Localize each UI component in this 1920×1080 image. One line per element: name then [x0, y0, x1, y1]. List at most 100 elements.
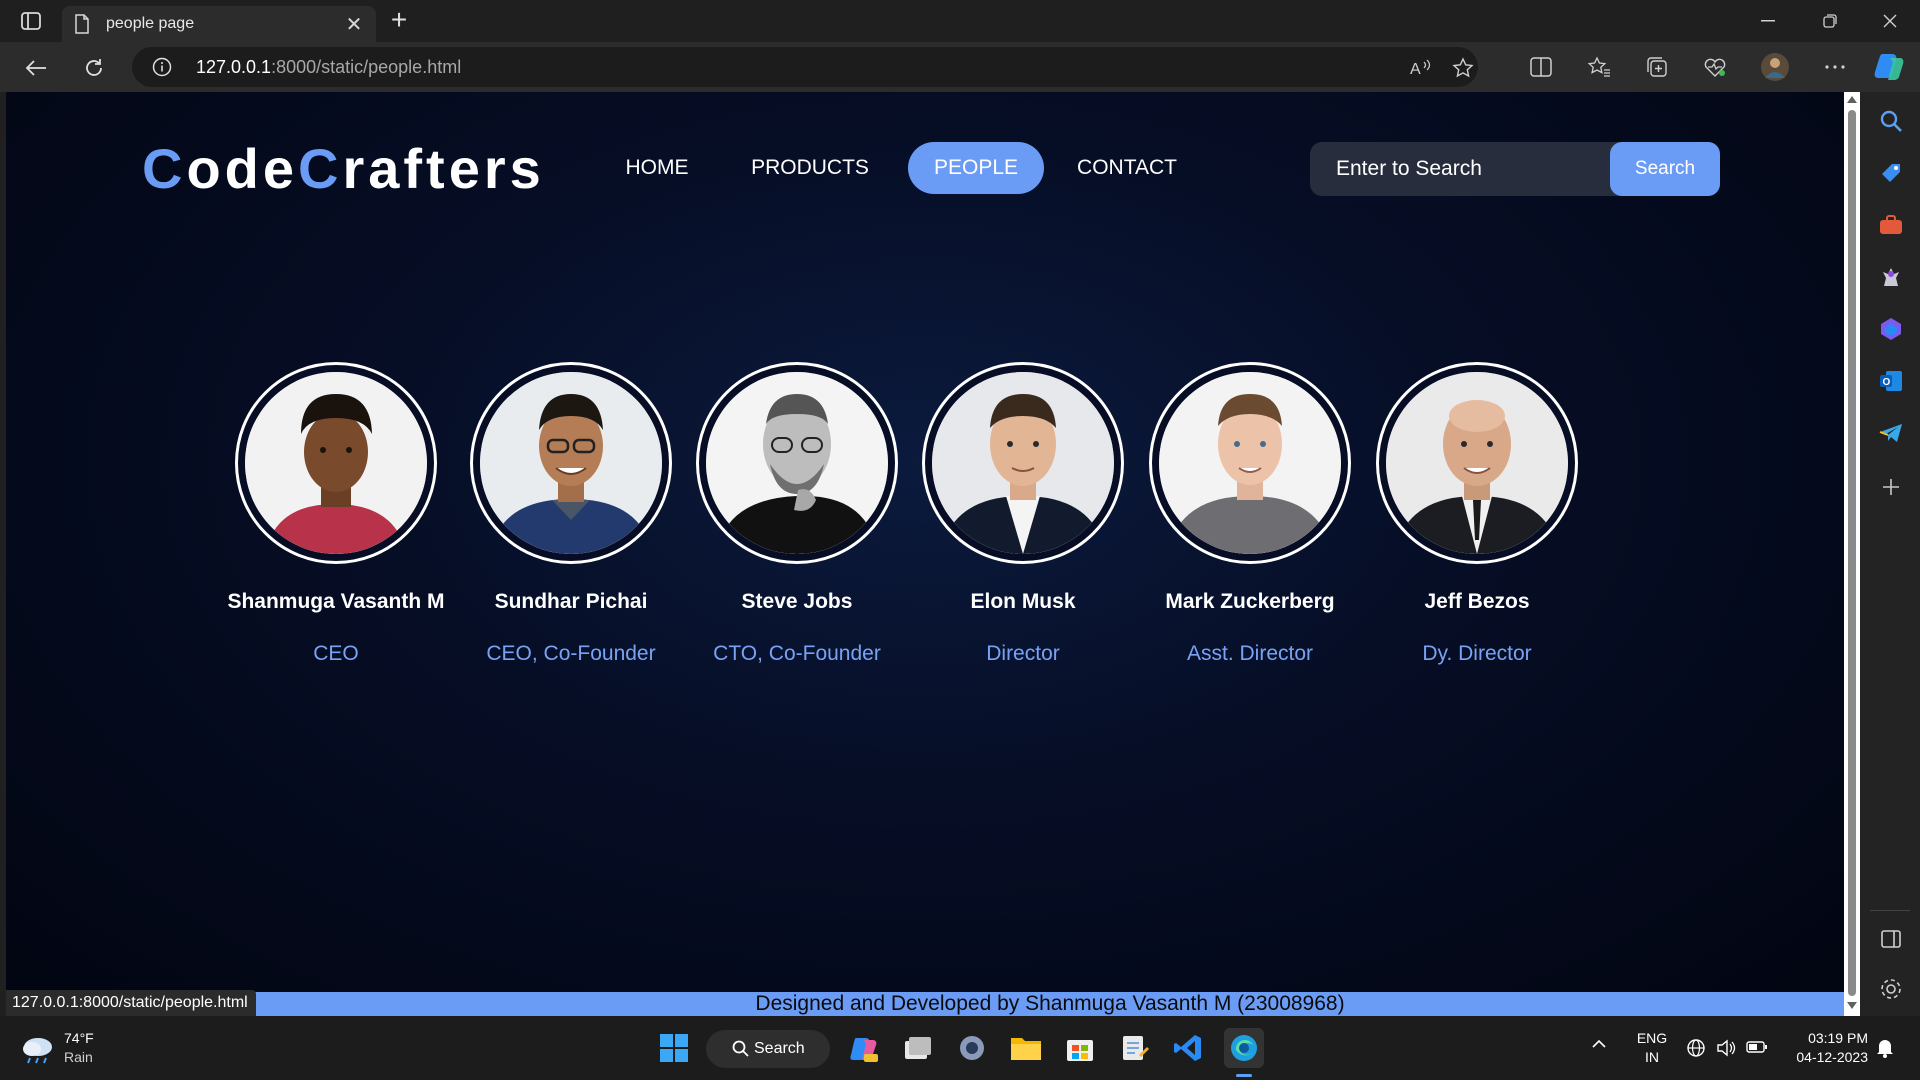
sidebar-games-icon[interactable]	[1878, 264, 1904, 290]
person-card: Elon Musk Director	[893, 362, 1153, 666]
tab-title: people page	[106, 15, 195, 32]
network-globe-icon[interactable]	[1686, 1038, 1706, 1061]
nav-home[interactable]: HOME	[596, 142, 718, 194]
close-window-button[interactable]	[1860, 0, 1920, 42]
taskbar-search[interactable]: Search	[706, 1030, 830, 1068]
sidebar-search-icon[interactable]	[1878, 108, 1904, 134]
hide-sidebar-icon[interactable]	[1878, 926, 1904, 952]
task-view-icon[interactable]	[898, 1028, 938, 1068]
site-logo[interactable]: CodeCrafters	[142, 136, 545, 201]
person-photo	[696, 362, 898, 564]
copilot-taskbar-icon[interactable]	[844, 1028, 884, 1068]
page-scrollbar[interactable]	[1844, 92, 1860, 1016]
svg-text:A: A	[1410, 61, 1421, 78]
address-bar[interactable]: 127.0.0.1:8000/static/people.html A	[132, 47, 1478, 87]
url-text: 127.0.0.1:8000/static/people.html	[196, 57, 462, 77]
language-code: ENG	[1636, 1030, 1668, 1046]
microsoft-store-icon[interactable]	[1060, 1028, 1100, 1068]
person-card: Mark Zuckerberg Asst. Director	[1120, 362, 1380, 666]
people-grid: Shanmuga Vasanth M CEO Sundhar Pichai CE…	[6, 362, 1844, 665]
search-input[interactable]	[1310, 142, 1610, 196]
page-viewport: CodeCrafters HOME PRODUCTS PEOPLE CONTAC…	[6, 92, 1844, 1016]
new-tab-button[interactable]: +	[384, 6, 414, 36]
profile-avatar-icon[interactable]	[1758, 50, 1792, 84]
search-button[interactable]: Search	[1610, 142, 1720, 196]
clock-time: 03:19 PM	[1808, 1030, 1868, 1046]
search-icon	[732, 1040, 750, 1063]
sidebar-tools-icon[interactable]	[1878, 212, 1904, 238]
person-card: Steve Jobs CTO, Co-Founder	[667, 362, 927, 666]
windows-start-icon[interactable]	[654, 1028, 694, 1068]
nav-products[interactable]: PRODUCTS	[732, 142, 888, 194]
edge-sidebar: O	[1860, 92, 1920, 1016]
file-explorer-icon[interactable]	[1006, 1028, 1046, 1068]
more-options-icon[interactable]	[1818, 50, 1852, 84]
keyboard-region: IN	[1645, 1049, 1659, 1065]
person-photo	[470, 362, 672, 564]
site-info-icon[interactable]	[152, 57, 172, 77]
scroll-down-arrow-icon[interactable]	[1847, 1002, 1857, 1009]
split-screen-icon[interactable]	[1524, 50, 1558, 84]
person-card: Jeff Bezos Dy. Director	[1347, 362, 1607, 666]
sidebar-office-icon[interactable]	[1878, 316, 1904, 342]
person-photo	[1376, 362, 1578, 564]
clock-date: 04-12-2023	[1796, 1049, 1868, 1065]
notepad-app-icon[interactable]	[1114, 1028, 1154, 1068]
battery-icon[interactable]	[1746, 1040, 1768, 1057]
settings-app-icon[interactable]	[952, 1028, 992, 1068]
sidebar-add-icon[interactable]	[1878, 474, 1904, 500]
taskbar-search-label: Search	[754, 1040, 805, 1057]
copilot-icon[interactable]	[1872, 48, 1908, 84]
close-tab-icon[interactable]: ✕	[344, 12, 364, 37]
person-name: Steve Jobs	[741, 590, 853, 613]
weather-temperature: 74°F	[64, 1030, 94, 1046]
notification-bell-icon[interactable]	[1876, 1036, 1894, 1061]
minimize-window-button[interactable]	[1738, 0, 1798, 42]
sidebar-shopping-icon[interactable]	[1878, 160, 1904, 186]
person-card: Sundhar Pichai CEO, Co-Founder	[441, 362, 701, 666]
restore-window-button[interactable]	[1800, 0, 1860, 42]
reload-button[interactable]	[78, 52, 110, 84]
person-name: Shanmuga Vasanth M	[227, 590, 445, 613]
rain-cloud-icon	[20, 1034, 56, 1071]
person-photo	[922, 362, 1124, 564]
person-role: CEO	[313, 642, 359, 665]
edge-browser-icon[interactable]	[1224, 1028, 1264, 1068]
person-name: Mark Zuckerberg	[1165, 590, 1335, 613]
browser-tab-active[interactable]: people page ✕	[62, 6, 376, 42]
active-app-indicator	[1236, 1074, 1252, 1077]
person-role: Asst. Director	[1186, 642, 1314, 665]
search-box: Search	[1310, 142, 1720, 196]
scrollbar-thumb[interactable]	[1848, 110, 1856, 996]
person-photo	[1149, 362, 1351, 564]
read-aloud-icon[interactable]: A	[1410, 57, 1432, 79]
scroll-up-arrow-icon[interactable]	[1847, 96, 1857, 103]
weather-condition: Rain	[64, 1049, 93, 1065]
status-bar-url: 127.0.0.1:8000/static/people.html	[6, 990, 256, 1016]
tab-actions-icon[interactable]	[14, 9, 48, 33]
language-indicator[interactable]: ENG IN	[1634, 1030, 1670, 1065]
browser-essentials-icon[interactable]	[1698, 50, 1732, 84]
sidebar-divider	[1870, 910, 1910, 911]
site-footer: Designed and Developed by Shanmuga Vasan…	[250, 992, 1844, 1016]
nav-contact[interactable]: CONTACT	[1062, 142, 1192, 194]
sidebar-telegram-icon[interactable]	[1878, 420, 1904, 446]
windows-taskbar: 74°F Rain Search ENG IN 03:19 PM 04-12-2…	[0, 1016, 1920, 1080]
collections-icon[interactable]	[1640, 50, 1674, 84]
person-role: Director	[986, 642, 1060, 665]
volume-speaker-icon[interactable]	[1716, 1038, 1736, 1061]
vscode-app-icon[interactable]	[1168, 1028, 1208, 1068]
browser-toolbar: 127.0.0.1:8000/static/people.html A	[0, 42, 1920, 92]
back-button[interactable]	[20, 52, 52, 84]
favorites-icon[interactable]	[1582, 50, 1616, 84]
sidebar-settings-gear-icon[interactable]	[1878, 976, 1904, 1002]
system-clock[interactable]: 03:19 PM 04-12-2023	[1784, 1030, 1868, 1065]
show-hidden-icons-chevron-icon[interactable]	[1592, 1036, 1606, 1052]
sidebar-outlook-icon[interactable]: O	[1878, 368, 1904, 394]
person-role: Dy. Director	[1422, 642, 1532, 665]
weather-widget[interactable]: 74°F Rain	[20, 1030, 140, 1070]
person-name: Jeff Bezos	[1424, 590, 1530, 613]
browser-tab-bar: people page ✕ +	[0, 0, 1920, 42]
nav-people[interactable]: PEOPLE	[908, 142, 1044, 194]
favorite-star-icon[interactable]	[1452, 57, 1474, 79]
